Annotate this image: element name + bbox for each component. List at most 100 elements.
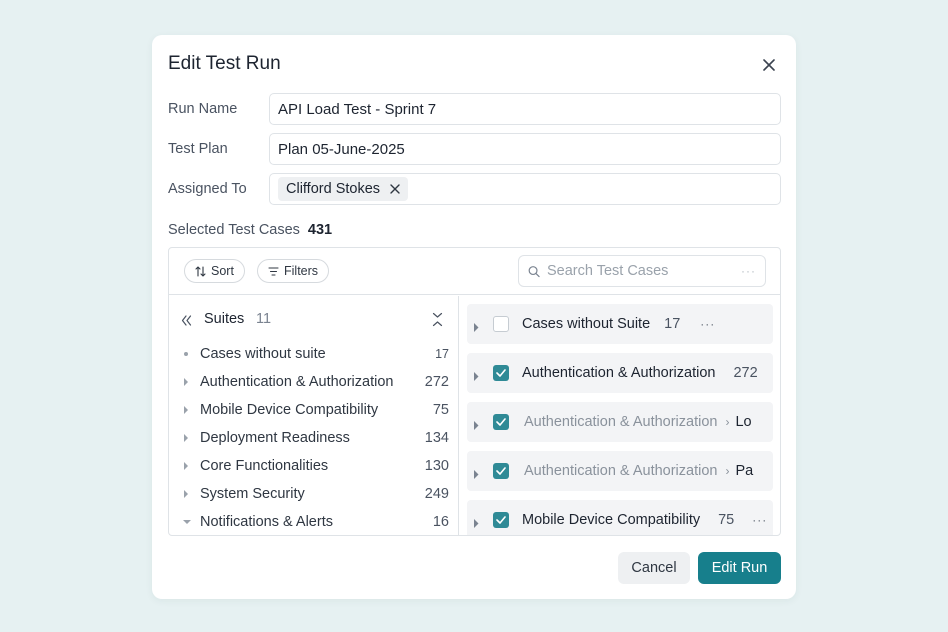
caret-down-icon [183,517,191,527]
caret-right-icon[interactable] [473,466,479,484]
case-checkbox[interactable] [493,316,509,332]
run-name-input[interactable] [269,93,781,125]
caret-right-icon[interactable] [473,417,479,435]
caret-right-icon [183,377,191,387]
case-name: Cases without Suite [522,316,651,332]
cancel-button[interactable]: Cancel [618,552,690,584]
edit-test-run-dialog: Edit Test Run Run Name Test Plan Assigne… [152,35,796,599]
caret-right-icon [183,489,191,499]
suite-count: 249 [424,486,449,502]
case-name: Mobile Device Compatibility [522,512,701,528]
suite-count: 16 [432,514,449,530]
suite-label: Deployment Readiness [200,430,350,446]
suite-item[interactable]: Notifications & Alerts 16 [183,512,449,534]
breadcrumb-separator-icon: › [725,415,730,429]
more-icon[interactable]: ··· [700,317,715,331]
case-row[interactable]: Mobile Device Compatibility 75 ··· [467,500,773,535]
case-label: Authentication & Authorization › Lo [524,414,752,430]
suite-item[interactable]: Mobile Device Compatibility 75 [183,400,449,422]
case-label: Authentication & Authorization 272 [522,365,758,381]
more-icon[interactable]: ··· [752,513,767,527]
assignee-chip: Clifford Stokes [278,177,409,201]
close-icon [763,59,775,71]
caret-right-icon [183,461,191,471]
assignee-name: Clifford Stokes [286,181,381,197]
case-label: Authentication & Authorization › Pa [524,463,753,479]
case-checkbox[interactable] [493,365,509,381]
caret-right-icon [183,405,191,415]
suite-item[interactable]: Authentication & Authorization 272 [183,372,449,394]
suites-title: Suites [204,311,245,327]
suite-count: 130 [424,458,449,474]
case-child: Pa [735,463,754,479]
search-more-icon[interactable]: ··· [741,264,756,278]
search-box: ··· [518,255,766,287]
case-row[interactable]: Authentication & Authorization › Pa [467,451,773,491]
assigned-to-label: Assigned To [168,181,247,197]
remove-assignee-button[interactable] [390,184,400,194]
caret-right-icon[interactable] [473,515,479,533]
caret-right-icon[interactable] [473,368,479,386]
run-name-label: Run Name [168,101,238,117]
check-icon [496,516,506,524]
suite-label: Core Functionalities [200,458,329,474]
suite-label: Cases without suite [200,346,326,362]
close-button[interactable] [759,55,779,75]
test-plan-label: Test Plan [168,141,228,157]
suite-count: 17 [435,347,449,361]
selected-label: Selected Test Cases [168,222,300,238]
filters-label: Filters [284,264,319,278]
suite-label: Notifications & Alerts [200,514,333,530]
suite-item[interactable]: System Security 249 [183,484,449,506]
suite-label: Mobile Device Compatibility [200,402,379,418]
check-icon [496,369,506,377]
suite-count: 75 [432,402,449,418]
search-input[interactable] [547,263,734,279]
case-checkbox[interactable] [493,463,509,479]
sort-label: Sort [211,264,234,278]
edit-run-button[interactable]: Edit Run [698,552,781,584]
suites-header: Suites 11 [181,310,443,330]
suite-label: Authentication & Authorization [200,374,394,390]
test-plan-row: Test Plan [168,133,781,165]
filters-button[interactable]: Filters [257,259,330,283]
case-label: Cases without Suite 17 ··· [522,316,715,332]
breadcrumb-separator-icon: › [725,464,730,478]
case-checkbox[interactable] [493,414,509,430]
search-icon [528,265,540,277]
test-case-panel: Sort Filters ··· [168,247,781,536]
filter-icon [268,266,279,276]
case-child: Lo [735,414,752,430]
case-parent: Authentication & Authorization [524,414,718,430]
panel-toolbar: Sort Filters ··· [169,248,780,295]
case-label: Mobile Device Compatibility 75 ··· [522,512,767,528]
run-name-row: Run Name [168,93,781,125]
caret-right-icon[interactable] [473,319,479,337]
suite-item[interactable]: Cases without suite 17 [183,344,449,366]
selected-test-cases: Selected Test Cases 431 [168,222,332,238]
close-icon [390,184,400,194]
case-name: Authentication & Authorization [522,365,716,381]
sort-icon [195,265,206,277]
case-row[interactable]: Cases without Suite 17 ··· [467,304,773,344]
assigned-to-field[interactable]: Clifford Stokes [269,173,781,205]
dot-icon [183,349,191,359]
case-checkbox[interactable] [493,512,509,528]
test-plan-input[interactable] [269,133,781,165]
assigned-to-row: Assigned To Clifford Stokes [168,173,781,205]
suite-count: 134 [424,430,449,446]
selected-count: 431 [307,222,333,238]
cases-pane: Cases without Suite 17 ··· Authentication … [460,296,780,535]
collapse-left-icon[interactable] [181,313,192,331]
case-count: 17 [664,316,681,332]
collapse-all-icon[interactable] [432,312,443,332]
case-row[interactable]: Authentication & Authorization › Lo [467,402,773,442]
suite-item[interactable]: Deployment Readiness 134 [183,428,449,450]
suite-item[interactable]: Core Functionalities 130 [183,456,449,478]
suite-label: System Security [200,486,305,502]
suites-count: 11 [256,311,272,327]
case-count: 272 [733,365,758,381]
case-row[interactable]: Authentication & Authorization 272 [467,353,773,393]
suite-count: 272 [424,374,449,390]
sort-button[interactable]: Sort [184,259,245,283]
